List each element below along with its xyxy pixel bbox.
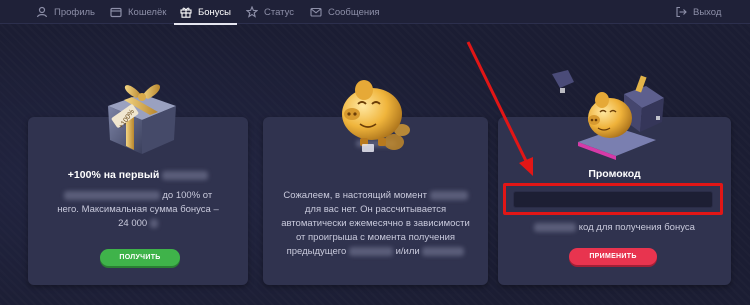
logout-icon — [676, 6, 687, 18]
gift-icon — [180, 7, 192, 18]
gift-box-image: +100% — [108, 84, 176, 154]
redacted-text — [348, 246, 393, 256]
redacted-text — [149, 218, 158, 228]
tab-wallet[interactable]: Кошелёк — [110, 0, 166, 24]
redacted-text — [63, 190, 160, 200]
top-navigation: Профиль Кошелёк Бонусы Статус Сообщения … — [0, 0, 750, 25]
user-icon — [36, 6, 48, 18]
get-bonus-button[interactable]: ПОЛУЧИТЬ — [100, 249, 180, 266]
tab-profile[interactable]: Профиль — [36, 0, 95, 24]
tab-bonuses-label: Бонусы — [198, 6, 231, 18]
exit-button[interactable]: Выход — [675, 0, 721, 24]
promo-title: Промокод — [588, 168, 641, 180]
promo-highlight-box — [503, 183, 723, 215]
promo-piggy-image — [552, 70, 664, 160]
promo-code-input[interactable] — [513, 190, 713, 208]
redacted-text — [162, 170, 209, 180]
apply-promo-button[interactable]: ПРИМЕНИТЬ — [569, 248, 657, 265]
tab-bonuses[interactable]: Бонусы — [174, 0, 237, 25]
tab-messages-label: Сообщения — [328, 6, 380, 18]
tab-status[interactable]: Статус — [246, 0, 294, 24]
card-title: +100% на первый — [28, 169, 248, 181]
redacted-text — [534, 222, 577, 232]
card-description: до 100% от него. Максимальная сумма бону… — [57, 190, 219, 229]
card-description: Сожалеем, в настоящий момент для вас нет… — [281, 190, 470, 257]
redacted-text — [422, 246, 465, 256]
tab-profile-label: Профиль — [54, 6, 96, 18]
wallet-icon — [110, 7, 122, 18]
redacted-text — [429, 190, 468, 200]
piggy-bank-image — [342, 80, 410, 152]
exit-label: Выход — [693, 6, 722, 18]
promo-hint: код для получения бонуса — [508, 221, 721, 235]
tab-messages[interactable]: Сообщения — [310, 0, 380, 24]
tab-status-label: Статус — [264, 6, 295, 18]
mail-icon — [310, 7, 322, 17]
star-icon — [246, 6, 258, 18]
tab-wallet-label: Кошелёк — [128, 6, 167, 18]
